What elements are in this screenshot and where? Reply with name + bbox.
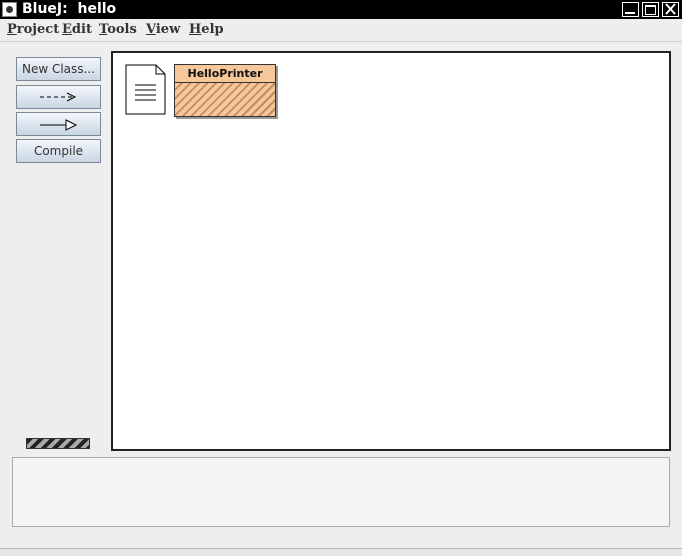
class-helloprinter[interactable]: HelloPrinter [174, 64, 276, 117]
menu-view-mnemonic: V [146, 22, 156, 37]
bluej-app-icon[interactable] [2, 2, 17, 17]
menu-view-label: iew [155, 22, 181, 37]
compile-button[interactable]: Compile [16, 139, 101, 163]
status-bar [0, 548, 682, 556]
menu-edit[interactable]: Edit [62, 19, 92, 41]
menu-edit-mnemonic: E [62, 22, 72, 37]
menu-help-label: elp [201, 22, 224, 37]
title-bar[interactable]: BlueJ: hello [0, 0, 682, 19]
menu-tools-label: ools [107, 22, 137, 37]
dashed-arrow-icon [40, 92, 77, 102]
menu-help-mnemonic: H [189, 22, 202, 37]
maximize-icon[interactable] [642, 2, 659, 17]
new-class-button[interactable]: New Class... [16, 57, 101, 81]
menu-tools-mnemonic: T [99, 22, 108, 37]
menu-project-mnemonic: P [7, 22, 17, 37]
machine-status-indicator [26, 438, 90, 449]
minimize-icon[interactable] [622, 2, 639, 17]
close-icon[interactable] [662, 2, 679, 17]
message-area [12, 457, 670, 527]
menu-help[interactable]: Help [189, 19, 224, 41]
menu-edit-label: dit [71, 22, 92, 37]
uncompiled-hatch [175, 83, 275, 116]
inheritance-arrow-icon [40, 119, 78, 131]
bluej-window: BlueJ: hello Project Edit Tools View Hel… [0, 0, 682, 556]
window-title: BlueJ: hello [22, 1, 117, 17]
menu-project-label: roject [16, 22, 60, 37]
inherits-arrow-button[interactable] [16, 112, 101, 136]
document-icon [125, 64, 166, 115]
class-name: HelloPrinter [175, 65, 275, 83]
class-diagram-canvas[interactable]: HelloPrinter [111, 51, 671, 451]
menu-view[interactable]: View [146, 19, 180, 41]
menu-bar: Project Edit Tools View Help [0, 19, 682, 42]
readme-document[interactable] [125, 64, 167, 115]
menu-project[interactable]: Project [7, 19, 59, 41]
menu-tools[interactable]: Tools [99, 19, 137, 41]
uses-arrow-button[interactable] [16, 85, 101, 109]
